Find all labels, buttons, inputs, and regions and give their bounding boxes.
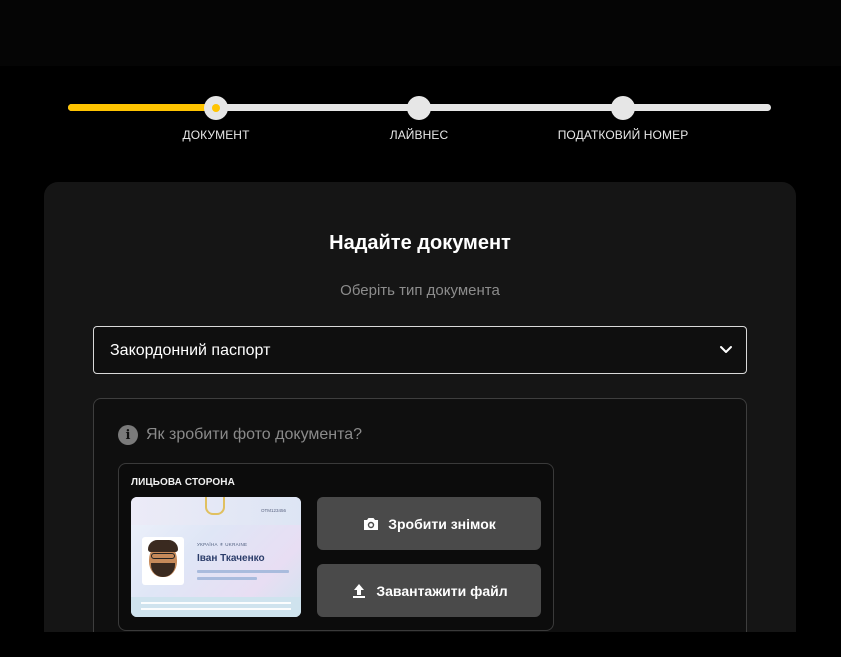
document-type-select[interactable]: Закордонний паспорт [93, 326, 747, 374]
trident-emblem-icon [205, 497, 225, 515]
chevron-down-icon [720, 346, 732, 353]
doc-mrz-line [141, 608, 291, 610]
upload-file-button[interactable]: Завантажити файл [317, 564, 541, 617]
doc-mrz-line [141, 602, 291, 604]
doc-portrait [142, 537, 184, 585]
card-subtitle: Оберіть тип документа [340, 282, 500, 299]
progress-fill [68, 104, 216, 111]
doc-number: ОТМ123456 [261, 508, 287, 513]
bottom-bar [0, 632, 841, 657]
info-icon: i [118, 425, 138, 445]
step-dot-document [204, 96, 228, 120]
doc-holder-name: Іван Ткаченко [197, 553, 265, 564]
upload-file-label: Завантажити файл [376, 582, 508, 599]
doc-country: УКРАЇНА ⚜ UKRAINE [197, 542, 248, 547]
doc-line [197, 577, 257, 580]
step-label-document: ДОКУМЕНТ [182, 128, 250, 142]
photo-guide-panel: i Як зробити фото документа? ЛИЦЬОВА СТО… [93, 398, 747, 657]
step-label-tax-number: ПОДАТКОВИЙ НОМЕР [557, 128, 689, 142]
doc-line [197, 570, 289, 573]
sample-document-image: ОТМ123456 УКРАЇНА ⚜ UKRAINE Іван Ткаченк… [131, 497, 301, 617]
step-dot-tax-number [611, 96, 635, 120]
camera-icon [364, 517, 379, 530]
photo-hint-text: Як зробити фото документа? [146, 426, 363, 443]
card-title: Надайте документ [329, 232, 511, 254]
document-type-value: Закордонний паспорт [110, 342, 271, 359]
photo-hint-link[interactable]: i Як зробити фото документа? [118, 425, 362, 445]
doc-mrz-zone [131, 597, 301, 617]
take-photo-label: Зробити знімок [388, 515, 496, 532]
avatar-hair [148, 540, 178, 552]
top-bar [0, 0, 841, 66]
step-label-liveness: ЛАЙВНЕС [389, 128, 449, 142]
document-card: Надайте документ Оберіть тип документа З… [44, 182, 796, 657]
front-side-label: ЛИЦЬОВА СТОРОНА [131, 477, 235, 488]
progress-stepper [68, 96, 771, 120]
avatar-glasses [151, 553, 175, 559]
front-side-box: ЛИЦЬОВА СТОРОНА ОТМ123456 УКРАЇНА ⚜ UKRA… [118, 463, 554, 631]
step-dot-liveness [407, 96, 431, 120]
upload-icon [353, 583, 366, 598]
take-photo-button[interactable]: Зробити знімок [317, 497, 541, 550]
